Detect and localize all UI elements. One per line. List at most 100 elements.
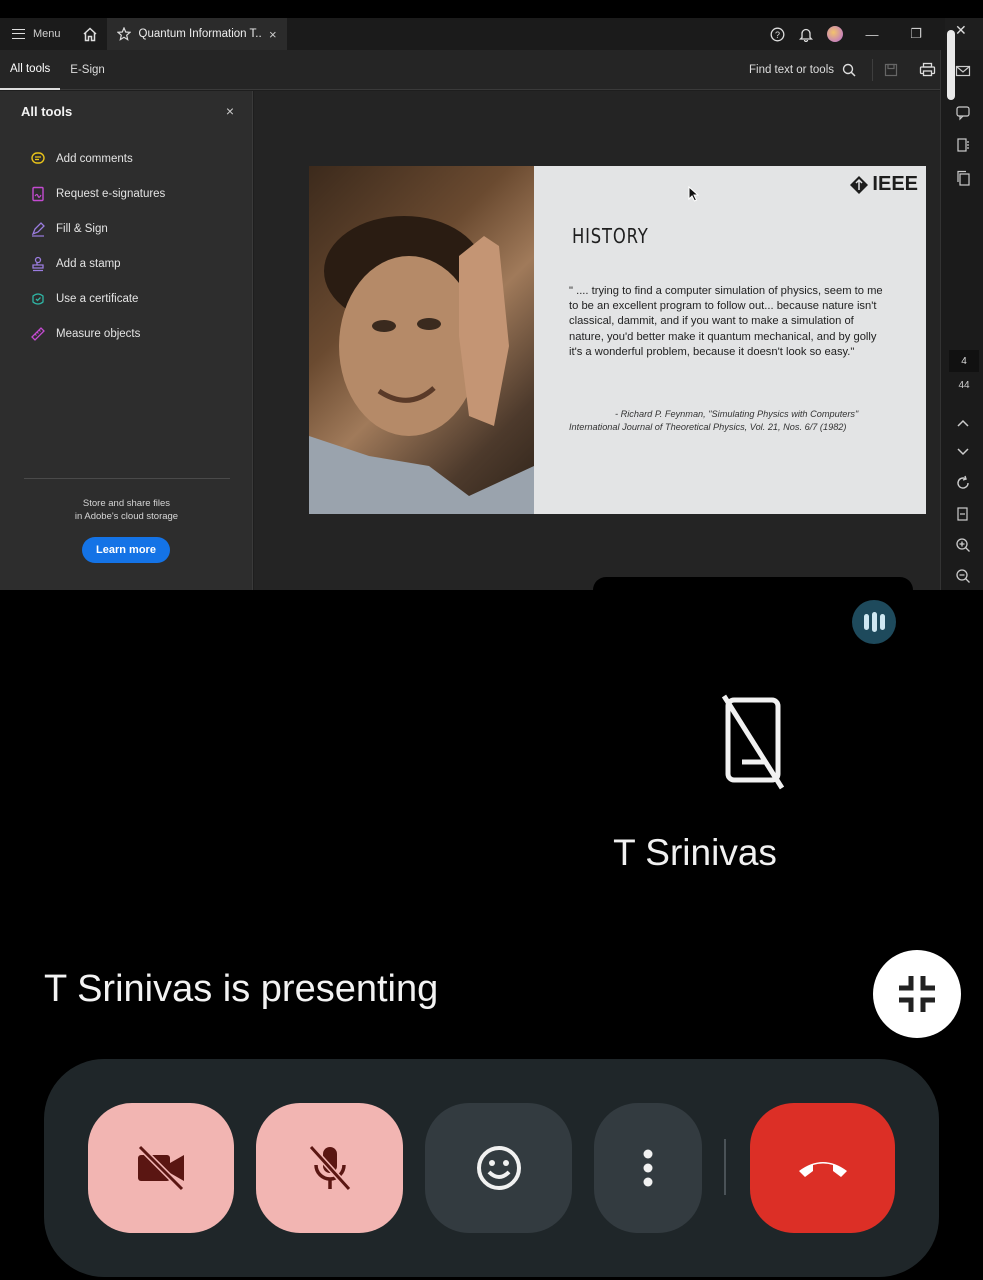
chevron-up-icon[interactable] (955, 415, 971, 431)
more-vert-icon (643, 1149, 653, 1187)
tool-label: Measure objects (56, 327, 141, 340)
close-window-icon[interactable]: ✕ (955, 22, 967, 39)
search-icon (842, 63, 856, 77)
mic-off-button[interactable] (256, 1103, 403, 1233)
restore-window-icon[interactable]: ❐ (901, 26, 931, 42)
controls-divider (724, 1139, 726, 1195)
portrait-photo (309, 166, 534, 514)
tool-list: Add comments Request e-signatures Fill & S… (0, 141, 252, 351)
tab-e-sign[interactable]: E-Sign (60, 50, 115, 90)
save-button[interactable] (873, 63, 909, 77)
scrollbar-thumb[interactable] (947, 30, 955, 100)
emoji-icon (476, 1146, 521, 1190)
overlay-notch (593, 577, 913, 590)
mic-off-icon (308, 1144, 351, 1192)
cloud-line-1: Store and share files (82, 498, 171, 509)
call-controls-bar (44, 1059, 939, 1277)
hang-up-icon (798, 1162, 847, 1177)
viewer-toolbar: All tools E-Sign Find text or tools (0, 50, 945, 90)
tool-label: Fill & Sign (56, 222, 108, 235)
tab-title: Quantum Information T... (138, 28, 261, 40)
zoom-in-icon[interactable] (955, 537, 971, 553)
divider (24, 478, 230, 479)
document-tab[interactable]: Quantum Information T... × (106, 18, 287, 50)
collapse-arrows-icon (899, 976, 935, 1012)
speaking-indicator-icon (852, 600, 896, 644)
tool-item[interactable]: Use a certificate (0, 281, 252, 316)
panel-header: All tools × (0, 91, 252, 119)
portrait-illustration (309, 216, 534, 514)
zoom-out-icon[interactable] (955, 568, 971, 584)
hamburger-icon (12, 29, 25, 39)
leave-call-button[interactable] (750, 1103, 895, 1233)
menu-button[interactable]: Menu (0, 18, 73, 50)
tab-all-tools[interactable]: All tools (0, 50, 61, 90)
mouse-cursor-icon (688, 186, 700, 202)
mail-icon[interactable] (955, 63, 971, 79)
close-panel-icon[interactable]: × (226, 103, 234, 119)
slide-quote: " .... trying to find a computer simulat… (569, 285, 883, 358)
current-page-field[interactable]: 4 (949, 350, 979, 372)
home-button[interactable] (73, 18, 107, 50)
cloud-line-2: in Adobe's cloud storage (74, 511, 179, 522)
tool-item[interactable]: Fill & Sign (0, 211, 252, 246)
cloud-storage-text: Store and share files in Adobe's cloud s… (0, 497, 253, 523)
tool-label: Use a certificate (56, 292, 139, 305)
slide-title: HISTORY (572, 224, 649, 248)
shared-screen: Menu Quantum Information T... × ? — ❐ Al… (0, 0, 983, 590)
learn-more-button[interactable]: Learn more (82, 537, 170, 563)
more-options-button[interactable] (594, 1103, 702, 1233)
citation-line-2: International Journal of Theoretical Phy… (569, 422, 847, 432)
tool-item[interactable]: Measure objects (0, 316, 252, 351)
svg-text:?: ? (775, 30, 780, 40)
find-text-or-tools[interactable]: Find text or tools (748, 58, 873, 81)
close-tab-icon[interactable]: × (269, 27, 277, 42)
star-icon[interactable] (116, 27, 131, 41)
reactions-button[interactable] (425, 1103, 572, 1233)
esign-icon (32, 186, 44, 201)
panel-title: All tools (21, 103, 73, 119)
page-layout-icon[interactable] (955, 506, 971, 522)
title-bar-actions: ? — ❐ (770, 26, 945, 42)
comment-bubble-icon[interactable] (955, 105, 971, 121)
right-tool-rail: 4 44 (940, 50, 983, 590)
app-title-bar: Menu Quantum Information T... × ? — ❐ (0, 18, 945, 50)
ieee-diamond-icon (850, 175, 869, 194)
menu-label: Menu (33, 28, 61, 40)
help-icon[interactable]: ? (770, 27, 785, 42)
citation-line-1: - Richard P. Feynman, "Simulating Physic… (615, 409, 859, 419)
presenting-banner: T Srinivas is presenting (44, 968, 439, 1010)
stamp-icon (32, 256, 44, 271)
slide-page: IEEE HISTORY " .... trying to find a com… (309, 166, 926, 514)
tool-label: Add comments (56, 152, 133, 165)
camera-off-button[interactable] (88, 1103, 234, 1233)
slide-citation: - Richard P. Feynman, "Simulating Physic… (569, 408, 889, 434)
bookmark-icon[interactable] (955, 137, 971, 153)
tool-item[interactable]: Add a stamp (0, 246, 252, 281)
fill-sign-icon (31, 221, 45, 237)
chevron-down-icon[interactable] (955, 443, 971, 459)
find-label: Find text or tools (748, 63, 834, 76)
avatar[interactable] (827, 26, 843, 42)
printer-icon (919, 62, 935, 77)
ieee-logo-text: IEEE (872, 173, 918, 195)
bell-icon[interactable] (799, 27, 813, 42)
certificate-icon (32, 292, 44, 305)
tool-item[interactable]: Request e-signatures (0, 176, 252, 211)
video-off-icon (137, 1145, 185, 1191)
tool-label: Request e-signatures (56, 187, 166, 200)
copy-pages-icon[interactable] (955, 170, 971, 186)
tool-item[interactable]: Add comments (0, 141, 252, 176)
collapse-presentation-button[interactable] (873, 950, 961, 1038)
all-tools-panel: All tools × Add comments Request e-signat… (0, 91, 253, 590)
save-icon (884, 63, 898, 76)
document-canvas[interactable]: IEEE HISTORY " .... trying to find a com… (254, 91, 940, 590)
rotate-icon[interactable] (955, 475, 971, 491)
participant-name: T Srinivas (613, 832, 777, 873)
ruler-icon (31, 326, 45, 341)
minimize-window-icon[interactable]: — (857, 27, 887, 42)
tool-label: Add a stamp (56, 257, 121, 270)
home-icon (83, 26, 97, 41)
phone-camera-off-icon (721, 694, 785, 790)
ieee-logo: IEEE (849, 173, 918, 196)
